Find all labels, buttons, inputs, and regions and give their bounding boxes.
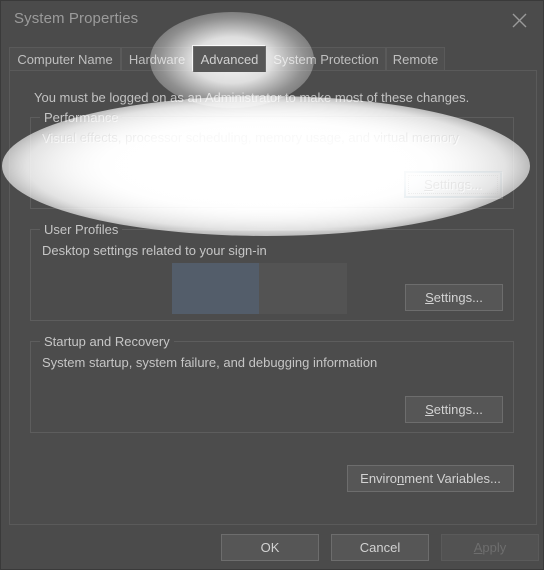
button-label: Settings... [425,402,483,417]
user-profiles-group-legend: User Profiles [40,222,123,237]
tab-computer-name[interactable]: Computer Name [9,47,121,71]
tab-label: Computer Name [17,52,113,67]
tab-system-protection[interactable]: System Protection [266,47,386,71]
button-label: Settings... [425,178,483,193]
title-bar: System Properties [1,1,544,43]
tab-label: Hardware [128,52,186,67]
startup-and-recovery-group-legend: Startup and Recovery [40,334,174,349]
tab-label: Remote [392,52,439,67]
tab-remote[interactable]: Remote [386,47,445,71]
user-profiles-group-description: Desktop settings related to your sign-in [42,243,267,258]
tab-label: Advanced [200,52,259,67]
system-properties-window: System Properties Computer Name Hardware… [0,0,544,570]
button-label: Cancel [359,540,401,555]
user-profiles-group: User Profiles Desktop settings related t… [30,222,514,321]
tab-label: System Protection [273,52,379,67]
cancel-button[interactable]: Cancel [331,534,429,561]
startup-and-recovery-settings-button[interactable]: Settings... [405,396,503,423]
tab-advanced[interactable]: Advanced [193,46,266,72]
advanced-tab-page: You must be logged on as an Administrato… [9,70,537,525]
apply-button: Apply [441,534,539,561]
window-title: System Properties [14,10,139,27]
button-label: Apply [473,540,507,555]
performance-group-description: Visual effects, processor scheduling, me… [42,131,460,146]
button-label: Environment Variables... [360,471,501,486]
performance-group-legend: Performance [40,110,123,125]
performance-group: Performance Visual effects, processor sc… [30,110,514,209]
startup-and-recovery-group-description: System startup, system failure, and debu… [42,355,378,370]
environment-variables-button[interactable]: Environment Variables... [347,465,514,492]
administrator-note: You must be logged on as an Administrato… [34,90,470,105]
user-profiles-settings-button[interactable]: Settings... [405,284,503,311]
button-label: OK [260,540,280,555]
tab-strip: Computer Name Hardware Advanced System P… [9,46,537,72]
close-icon [511,12,528,29]
close-button[interactable] [499,5,539,35]
startup-and-recovery-group: Startup and Recovery System startup, sys… [30,334,514,433]
button-label: Settings... [425,290,483,305]
performance-settings-button[interactable]: Settings... [405,172,503,199]
tab-hardware[interactable]: Hardware [121,47,193,71]
dialog-surface: System Properties Computer Name Hardware… [0,0,544,570]
ok-button[interactable]: OK [221,534,319,561]
